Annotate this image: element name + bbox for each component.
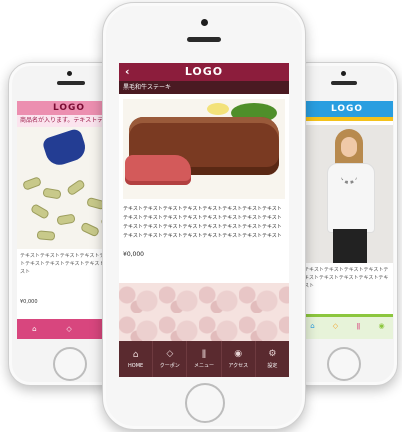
product-image-steak — [123, 99, 285, 199]
lemon-shape — [207, 103, 229, 115]
pill-icon — [79, 221, 101, 238]
coupon-icon: ◇ — [166, 349, 174, 359]
header-bar: ‹ LOGO — [119, 63, 289, 81]
steak-slice-shape — [125, 155, 191, 185]
camera — [201, 19, 208, 26]
description-text: テキストテキストテキストテキストテキストテキストテキストテキストテキスト — [304, 267, 389, 289]
tab-label: HOME — [128, 362, 144, 369]
pill-icon — [42, 187, 62, 200]
product-image-model — [301, 125, 393, 263]
face-shape — [341, 137, 357, 157]
header-logo: LOGO — [301, 101, 393, 117]
tab-bar: ⌂ HOME ◇ クーポン ǁ メニュー ◉ アクセス ⚙ 設定 — [119, 341, 289, 377]
home-icon: ⌂ — [132, 349, 139, 360]
tab-menu[interactable]: ǁ メニュー — [187, 341, 222, 377]
tab-label: クーポン — [159, 363, 180, 369]
map-pin-icon: ◉ — [234, 349, 243, 359]
tab-coupon[interactable]: ◇ — [324, 317, 347, 339]
tab-bar: ⌂ ◇ ǁ ◉ — [301, 314, 393, 339]
tab-home[interactable]: ⌂ — [17, 319, 52, 339]
phone-center: ‹ LOGO 黒毛和牛ステーキ テキストテキストテキストテキストテキストテキスト… — [102, 2, 306, 430]
pill-icon — [66, 178, 86, 197]
pill-icon — [22, 176, 42, 191]
description-text: テキストテキストテキストテキストテキストテキストテキストテキストテキストテキスト… — [123, 206, 282, 239]
tab-label: アクセス — [228, 363, 249, 369]
bottle-icon — [41, 127, 89, 169]
gear-icon: ⚙ — [268, 349, 277, 359]
tab-label: メニュー — [194, 363, 215, 369]
pants-shape — [333, 229, 367, 263]
pill-icon — [36, 230, 56, 241]
home-button[interactable] — [185, 383, 225, 423]
camera — [67, 71, 72, 76]
tab-coupon[interactable]: ◇ — [52, 319, 87, 339]
tab-settings[interactable]: ⚙ 設定 — [256, 341, 289, 377]
speaker — [57, 81, 85, 85]
screen-center: ‹ LOGO 黒毛和牛ステーキ テキストテキストテキストテキストテキストテキスト… — [119, 63, 289, 377]
tab-coupon[interactable]: ◇ クーポン — [153, 341, 188, 377]
home-button[interactable] — [53, 347, 87, 381]
accent-stripe — [301, 117, 393, 121]
tab-access[interactable]: ◉ — [370, 317, 393, 339]
item-title: 黒毛和牛ステーキ — [119, 81, 289, 94]
pill-icon — [56, 213, 76, 226]
home-button[interactable] — [327, 347, 361, 381]
tab-menu[interactable]: ǁ — [347, 317, 370, 339]
tab-label: 設定 — [267, 363, 278, 369]
back-chevron-icon[interactable]: ‹ — [125, 63, 131, 81]
price-label: ¥0,000 — [123, 251, 144, 258]
screen-right: LOGO テキストテキストテキストテキストテキストテキストテキストテキストテキス… — [301, 101, 393, 339]
pill-icon — [29, 203, 51, 220]
header-logo: LOGO — [184, 65, 224, 78]
camera — [341, 71, 346, 76]
speaker — [187, 37, 221, 42]
menu-icon: ǁ — [201, 349, 207, 359]
speaker — [331, 81, 357, 85]
tab-home[interactable]: ⌂ HOME — [119, 341, 154, 377]
tab-access[interactable]: ◉ アクセス — [222, 341, 256, 377]
paisley-pattern — [119, 283, 289, 341]
